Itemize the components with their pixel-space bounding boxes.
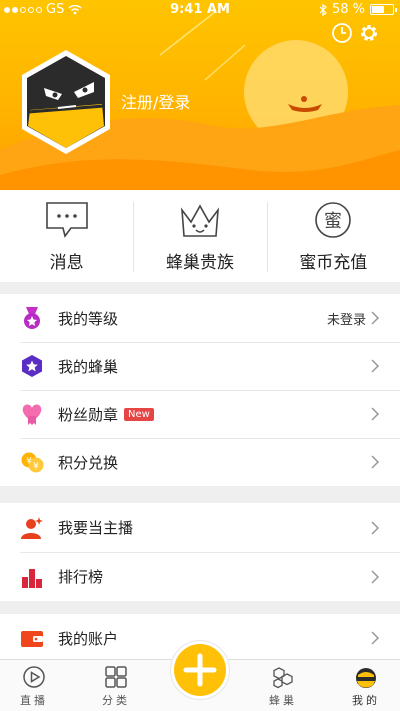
chevron-right-icon	[371, 455, 380, 469]
center-create-button[interactable]	[170, 640, 230, 700]
menu-label: 我要当主播	[58, 519, 134, 537]
chevron-right-icon	[371, 569, 380, 584]
fan-badge-icon	[22, 404, 42, 425]
action-nobility[interactable]: 蜂巢贵族	[133, 190, 266, 282]
ranking-icon	[22, 568, 42, 588]
chevron-right-icon	[371, 631, 380, 645]
menu-label: 我的等级	[58, 309, 119, 328]
chevron-right-icon	[371, 311, 380, 325]
tab-label: 直播	[20, 694, 48, 707]
menu-label: 粉丝勋章	[58, 405, 119, 424]
coin-glyph: ¥	[26, 457, 32, 467]
menu-row-become-streamer[interactable]: 我要当主播	[0, 503, 400, 552]
chat-bubble-icon	[45, 202, 88, 238]
menu-row-points-exchange[interactable]: ¥ ¥ 积分兑换	[0, 438, 400, 486]
streamer-icon	[21, 516, 43, 539]
tab-profile[interactable]: 我的	[336, 660, 396, 711]
gear-icon[interactable]	[358, 22, 380, 44]
tab-label: 分类	[102, 694, 130, 707]
level-status: 未登录	[326, 312, 366, 328]
login-register-link[interactable]: 注册/登录	[121, 89, 190, 113]
tab-category[interactable]: 分类	[86, 660, 146, 711]
live-play-icon	[23, 666, 45, 688]
action-label: 消息	[49, 253, 84, 273]
menu-group-streaming: 我要当主播 排行榜	[0, 503, 400, 601]
profile-header: GS 9:41 AM 58 % 注册/登录	[0, 0, 400, 200]
menu-label: 我的蜂巢	[58, 357, 119, 376]
battery-icon	[370, 4, 397, 15]
level-medal-icon	[24, 307, 40, 329]
chevron-right-icon	[371, 520, 380, 535]
action-messages[interactable]: 消息	[0, 190, 133, 282]
quick-actions: 消息 蜂巢贵族 蜜 蜜币充值	[0, 190, 400, 282]
tab-live[interactable]: 直播	[4, 660, 64, 711]
menu-row-fan-badge[interactable]: 粉丝勋章 New	[0, 390, 400, 438]
chevron-right-icon	[371, 407, 380, 421]
crown-icon	[180, 204, 219, 237]
category-grid-icon	[105, 666, 127, 688]
tab-label: 蜂巢	[269, 694, 297, 707]
chevron-right-icon	[371, 359, 380, 373]
menu-label: 我的账户	[58, 629, 119, 648]
action-label: 蜂巢贵族	[165, 253, 234, 273]
profile-bee-icon	[356, 668, 376, 688]
center-button-fill	[174, 644, 226, 696]
honey-coin-icon: 蜜	[315, 202, 352, 238]
new-badge: New	[124, 407, 154, 421]
action-label: 蜜币充值	[299, 253, 368, 273]
hive-star-icon	[22, 355, 42, 377]
wallet-icon	[21, 631, 43, 647]
menu-row-my-hive[interactable]: 我的蜂巢	[0, 342, 400, 390]
menu-label: 排行榜	[58, 568, 104, 586]
status-bar: GS 9:41 AM 58 %	[0, 0, 400, 20]
battery-level-fill	[372, 6, 384, 13]
tab-label: 我的	[352, 694, 380, 707]
menu-row-my-level[interactable]: 我的等级 未登录	[0, 294, 400, 342]
plus-icon	[183, 653, 217, 687]
battery-percent: 58 %	[331, 2, 365, 17]
menu-label: 积分兑换	[58, 453, 119, 472]
menu-group-account: 我的等级 未登录 我的蜂巢 粉丝勋章 New ¥ ¥ 积分兑换	[0, 294, 400, 486]
action-recharge[interactable]: 蜜 蜜币充值	[266, 190, 400, 282]
coin-glyph: 蜜	[324, 211, 342, 232]
coin-glyph: ¥	[33, 462, 39, 472]
hive-tab-icon	[273, 667, 293, 689]
clock-icon[interactable]	[331, 22, 353, 44]
menu-row-ranking[interactable]: 排行榜	[0, 552, 400, 601]
bluetooth-icon	[319, 3, 327, 16]
points-coins-icon: ¥ ¥	[21, 452, 44, 473]
avatar[interactable]	[18, 48, 114, 156]
tab-hive[interactable]: 蜂巢	[253, 660, 313, 711]
